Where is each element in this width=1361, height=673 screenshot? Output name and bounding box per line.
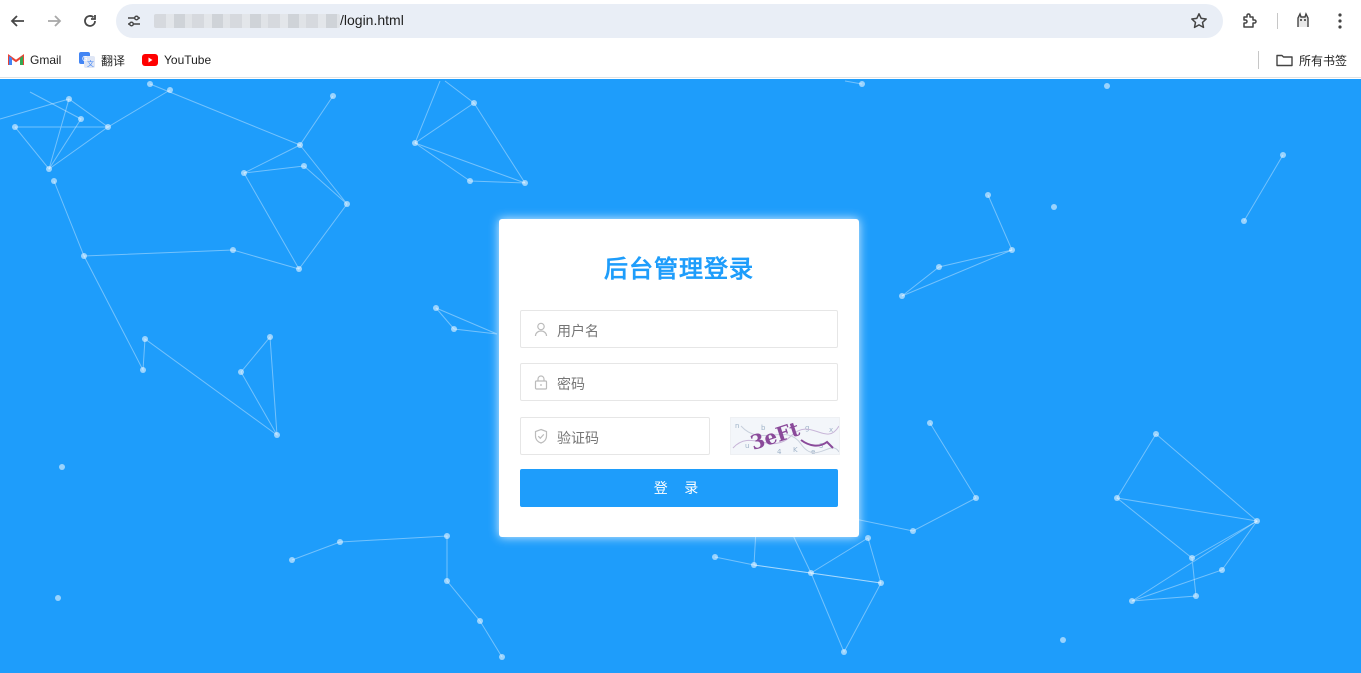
bookmark-youtube[interactable]: YouTube (142, 50, 211, 70)
back-icon[interactable] (4, 7, 32, 35)
svg-text:K: K (793, 446, 798, 454)
bookmark-label: YouTube (164, 53, 212, 67)
profile-avatar[interactable] (1289, 7, 1317, 35)
svg-text:e: e (811, 448, 815, 455)
password-input[interactable]: 密码 (520, 363, 838, 401)
lock-icon (534, 375, 548, 390)
site-info-icon[interactable] (122, 9, 146, 33)
all-bookmarks-button[interactable]: 所有书签 (1276, 50, 1347, 70)
bookmark-label: Gmail (30, 53, 62, 67)
svg-text:文: 文 (87, 59, 94, 68)
username-input[interactable]: 用户名 (520, 310, 838, 348)
login-title: 后台管理登录 (604, 255, 754, 283)
svg-text:4: 4 (777, 448, 782, 455)
bookmark-translate[interactable]: G文 翻译 (79, 50, 125, 70)
folder-icon (1276, 54, 1293, 67)
browser-toolbar: /login.html (0, 0, 1361, 42)
login-page-background: 后台管理登录 用户名 密码 验证码 nubKg3x4e 3eFt 登 录 (0, 79, 1361, 673)
svg-text:g: g (805, 424, 809, 432)
username-placeholder: 用户名 (557, 324, 599, 340)
url-host-redacted (154, 14, 340, 28)
login-button[interactable]: 登 录 (520, 469, 838, 507)
gmail-icon (8, 54, 24, 65)
login-card: 后台管理登录 用户名 密码 验证码 nubKg3x4e 3eFt 登 录 (499, 219, 859, 537)
address-bar[interactable]: /login.html (116, 4, 1223, 38)
forward-icon[interactable] (40, 7, 68, 35)
extensions-icon[interactable] (1236, 7, 1264, 35)
bookmarks-bar: Gmail G文 翻译 YouTube 所有书签 (0, 42, 1361, 78)
bookmarks-divider (1258, 51, 1259, 69)
captcha-placeholder: 验证码 (557, 431, 599, 447)
password-placeholder: 密码 (557, 377, 585, 393)
shield-check-icon (534, 428, 548, 444)
translate-icon: G文 (79, 52, 95, 68)
reload-icon[interactable] (76, 7, 104, 35)
bookmark-gmail[interactable]: Gmail (8, 50, 61, 70)
svg-text:n: n (735, 422, 739, 430)
url-text: /login.html (340, 12, 404, 28)
bookmark-star-icon[interactable] (1187, 9, 1211, 33)
captcha-input[interactable]: 验证码 (520, 417, 710, 455)
user-icon (534, 322, 548, 337)
captcha-graphic: nubKg3x4 e 3eFt (732, 418, 839, 455)
toolbar-divider (1277, 13, 1278, 29)
svg-text:u: u (745, 442, 749, 450)
more-menu-icon[interactable] (1326, 7, 1354, 35)
bookmark-label: 翻译 (101, 53, 126, 68)
captcha-image[interactable]: nubKg3x4e 3eFt (730, 417, 840, 455)
youtube-icon (142, 54, 158, 66)
all-bookmarks-label: 所有书签 (1299, 53, 1348, 68)
